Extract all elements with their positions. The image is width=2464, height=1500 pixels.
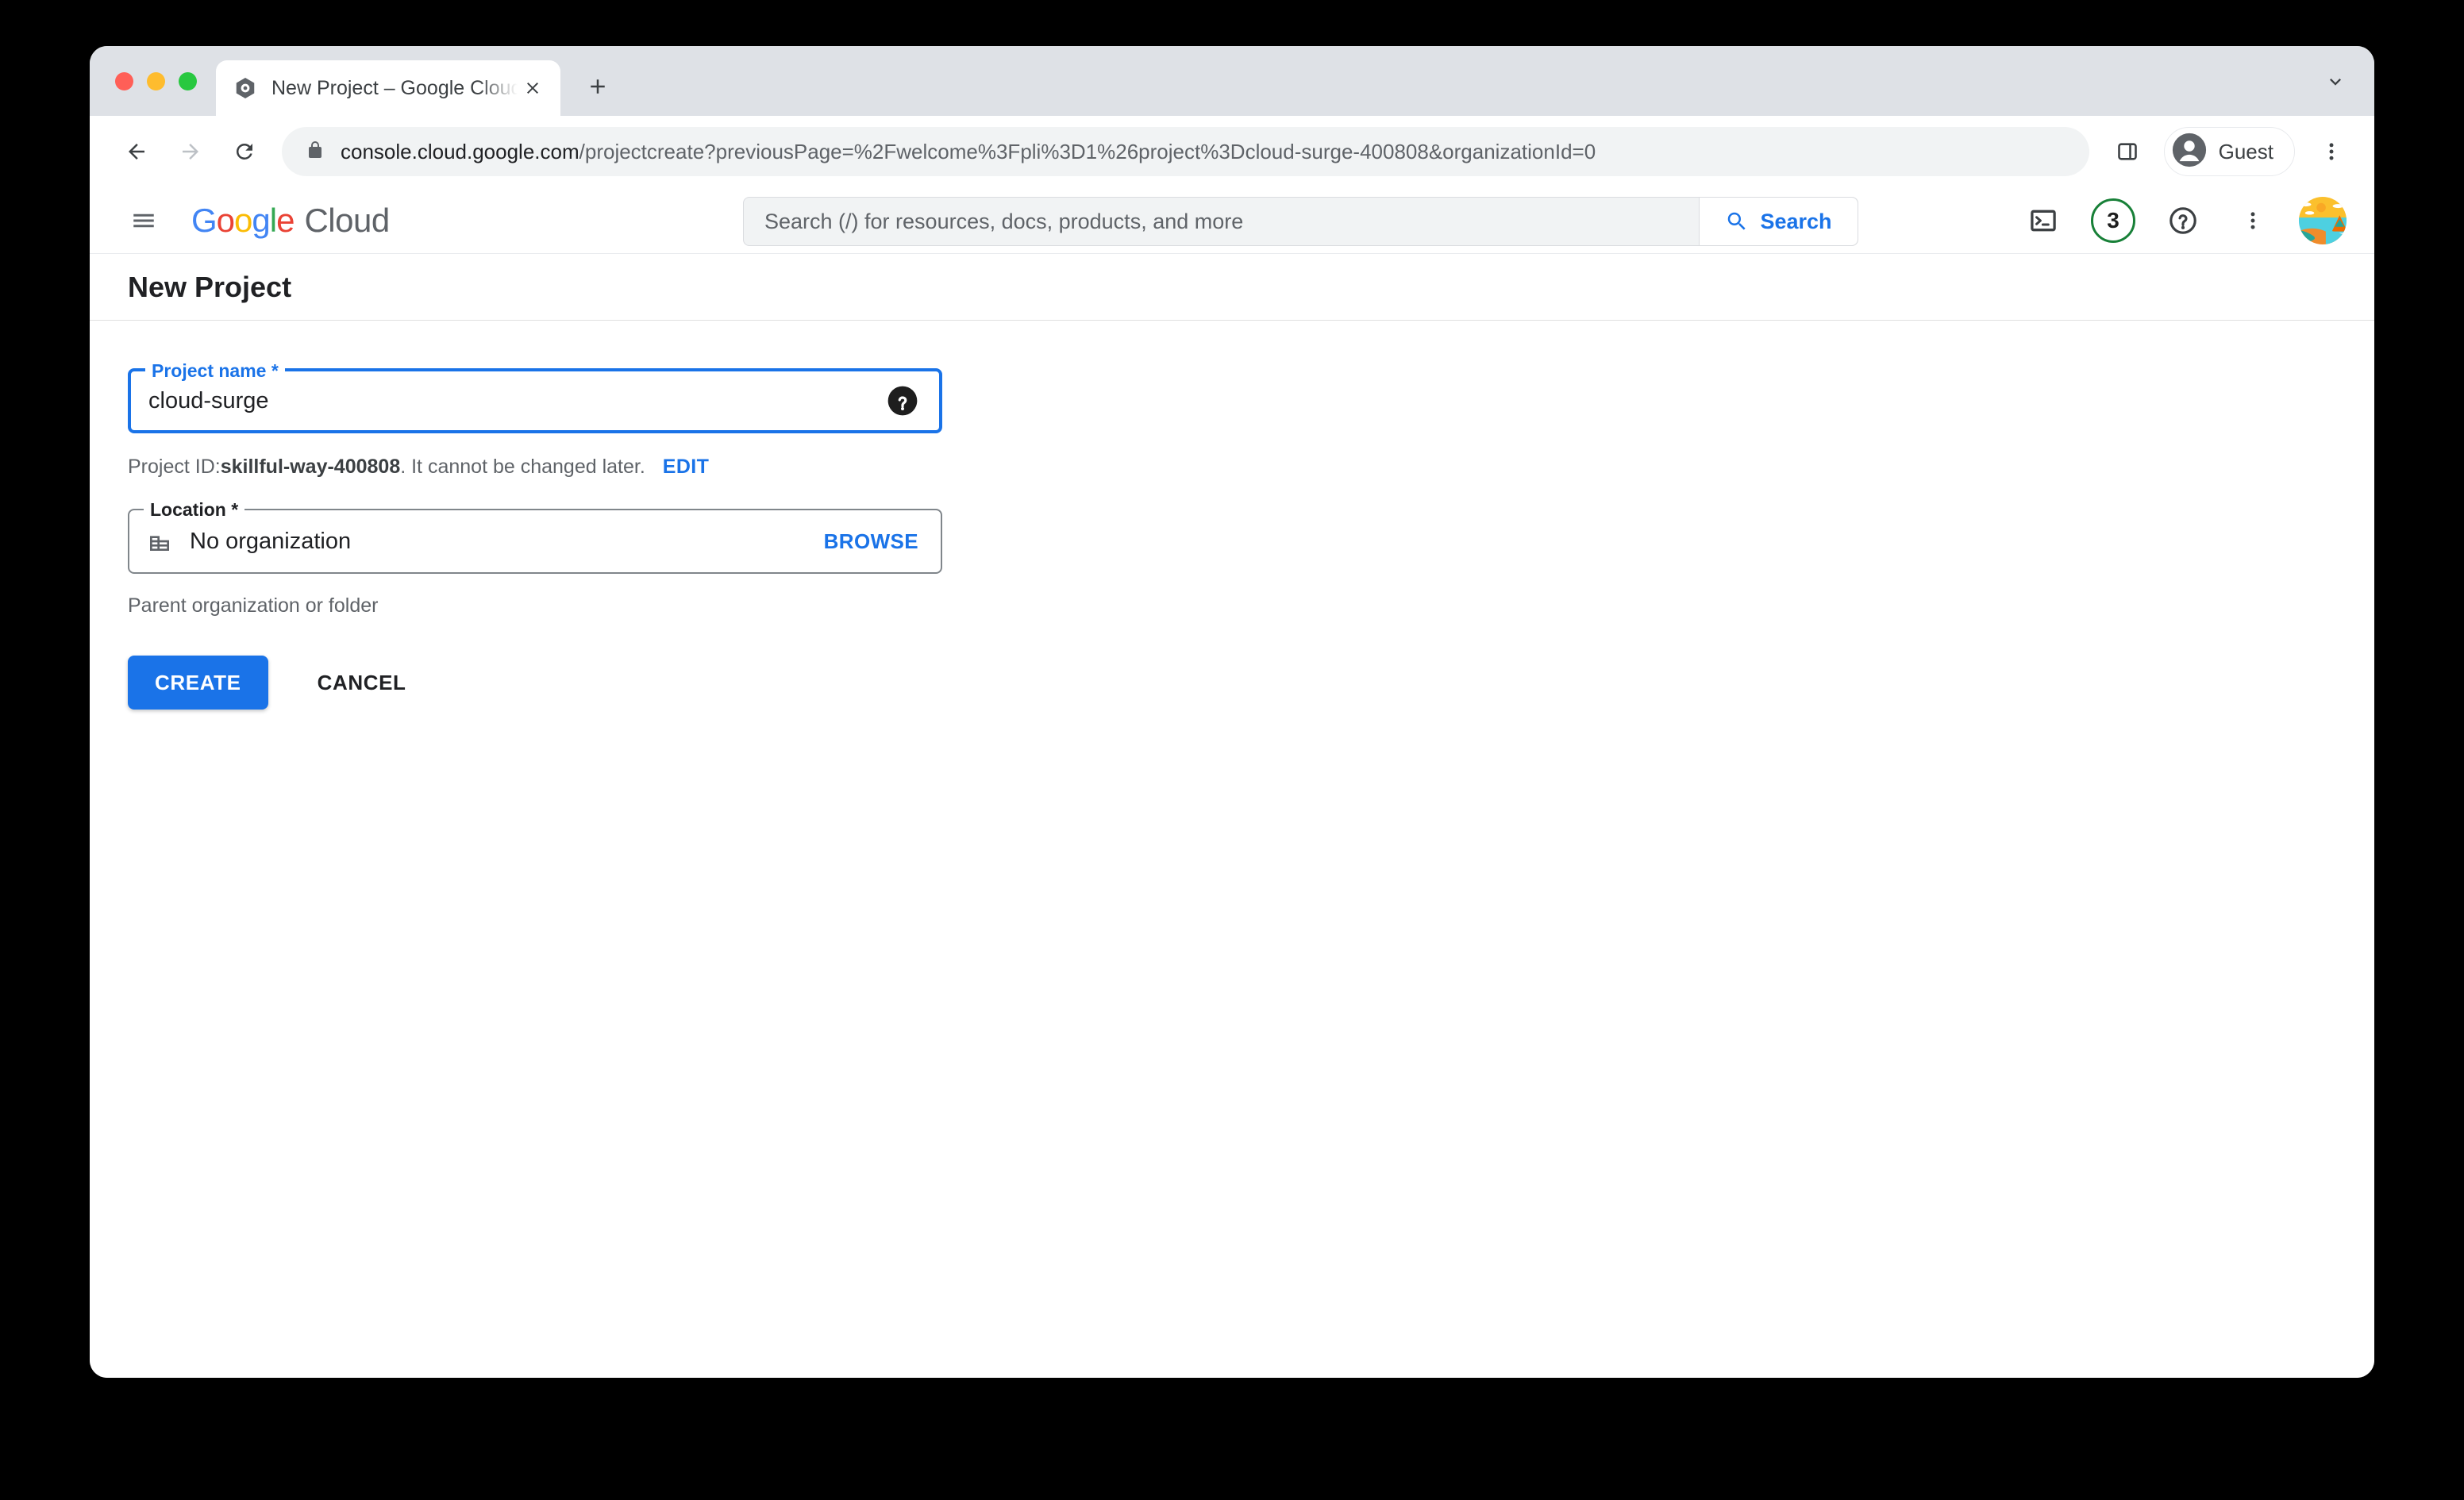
project-id-suffix: . It cannot be changed later. (400, 456, 645, 478)
page-title: New Project (128, 270, 292, 303)
location-field[interactable]: Location * No organization BROWSE (128, 499, 942, 574)
browse-location-button[interactable]: BROWSE (824, 529, 918, 554)
gcp-console-page: Google Cloud Search (/) for resources, d… (90, 187, 2374, 1378)
back-button[interactable] (112, 127, 161, 176)
gcp-header-actions: 3 (2019, 196, 2347, 245)
profile-chip[interactable]: Guest (2163, 127, 2295, 176)
google-cloud-favicon (233, 76, 257, 100)
forward-button[interactable] (166, 127, 215, 176)
help-circle-icon[interactable] (2158, 196, 2208, 245)
hamburger-menu-icon[interactable] (115, 192, 172, 249)
side-panel-icon[interactable] (2105, 129, 2150, 174)
browser-window: New Project – Google Cloud console.cloud… (90, 46, 2374, 1378)
form-actions: CREATE CANCEL (128, 656, 2374, 710)
location-value: No organization (190, 528, 352, 554)
google-wordmark: Google (191, 201, 295, 240)
google-wordmark-letter: l (269, 201, 277, 239)
location-hint: Parent organization or folder (128, 594, 379, 617)
google-cloud-logo[interactable]: Google Cloud (191, 202, 390, 240)
project-name-field[interactable]: Project name * (128, 360, 942, 433)
cancel-button[interactable]: CANCEL (306, 671, 418, 695)
window-close-button[interactable] (115, 72, 133, 90)
lock-icon (306, 140, 325, 163)
more-vert-icon[interactable] (2228, 196, 2277, 245)
status-badge: 3 (2091, 198, 2135, 243)
more-vert-icon[interactable] (2309, 129, 2354, 174)
browser-tab-strip: New Project – Google Cloud co (90, 46, 2374, 116)
address-bar-url: console.cloud.google.com/projectcreate?p… (341, 140, 1596, 164)
project-id-value: skillful-way-400808 (220, 456, 401, 478)
browser-tab-title: New Project – Google Cloud co (271, 76, 518, 99)
page-title-bar: New Project (90, 254, 2374, 321)
window-maximize-button[interactable] (179, 72, 197, 90)
terminal-icon[interactable] (2019, 196, 2068, 245)
browser-tab[interactable]: New Project – Google Cloud co (216, 60, 560, 116)
location-label: Location * (144, 499, 245, 520)
avatar (2171, 132, 2208, 172)
google-wordmark-letter: o (216, 201, 235, 239)
chevron-down-icon[interactable] (2317, 63, 2354, 100)
google-wordmark-letter: g (252, 201, 270, 239)
credits-badge-button[interactable]: 3 (2089, 196, 2138, 245)
reload-button[interactable] (220, 127, 269, 176)
gcp-search-bar[interactable]: Search (743, 197, 1858, 246)
browser-toolbar: console.cloud.google.com/projectcreate?p… (90, 116, 2374, 187)
create-button[interactable]: CREATE (128, 656, 268, 710)
search-button[interactable]: Search (1699, 198, 1858, 245)
project-name-input[interactable] (131, 387, 885, 414)
gcp-top-bar: Google Cloud Search (/) for resources, d… (90, 187, 2374, 254)
google-wordmark-letter: o (234, 201, 252, 239)
edit-project-id-link[interactable]: EDIT (663, 456, 710, 479)
google-wordmark-letter: e (276, 201, 295, 239)
close-icon[interactable] (518, 73, 548, 103)
search-icon (1728, 212, 1746, 230)
window-minimize-button[interactable] (147, 72, 165, 90)
search-button-label: Search (1760, 209, 1832, 233)
user-avatar[interactable] (2298, 196, 2347, 245)
google-wordmark-letter: G (191, 201, 218, 239)
help-filled-icon[interactable] (885, 385, 920, 417)
project-id-info: Project ID: skillful-way-400808. It cann… (128, 456, 2374, 479)
new-tab-button[interactable] (575, 63, 621, 110)
search-input[interactable] (744, 198, 1699, 245)
url-host: console.cloud.google.com (341, 139, 579, 163)
cloud-wordmark: Cloud (304, 201, 390, 239)
project-name-label: Project name * (145, 360, 285, 381)
organization-icon (147, 529, 174, 554)
profile-label: Guest (2218, 139, 2273, 163)
window-traffic-lights (90, 72, 197, 116)
new-project-form: Project name * Project ID: skillful-way-… (90, 321, 2374, 710)
project-id-prefix: Project ID: (128, 456, 221, 478)
address-bar[interactable]: console.cloud.google.com/projectcreate?p… (282, 127, 2089, 176)
url-path: /projectcreate?previousPage=%2Fwelcome%3… (579, 139, 1596, 163)
